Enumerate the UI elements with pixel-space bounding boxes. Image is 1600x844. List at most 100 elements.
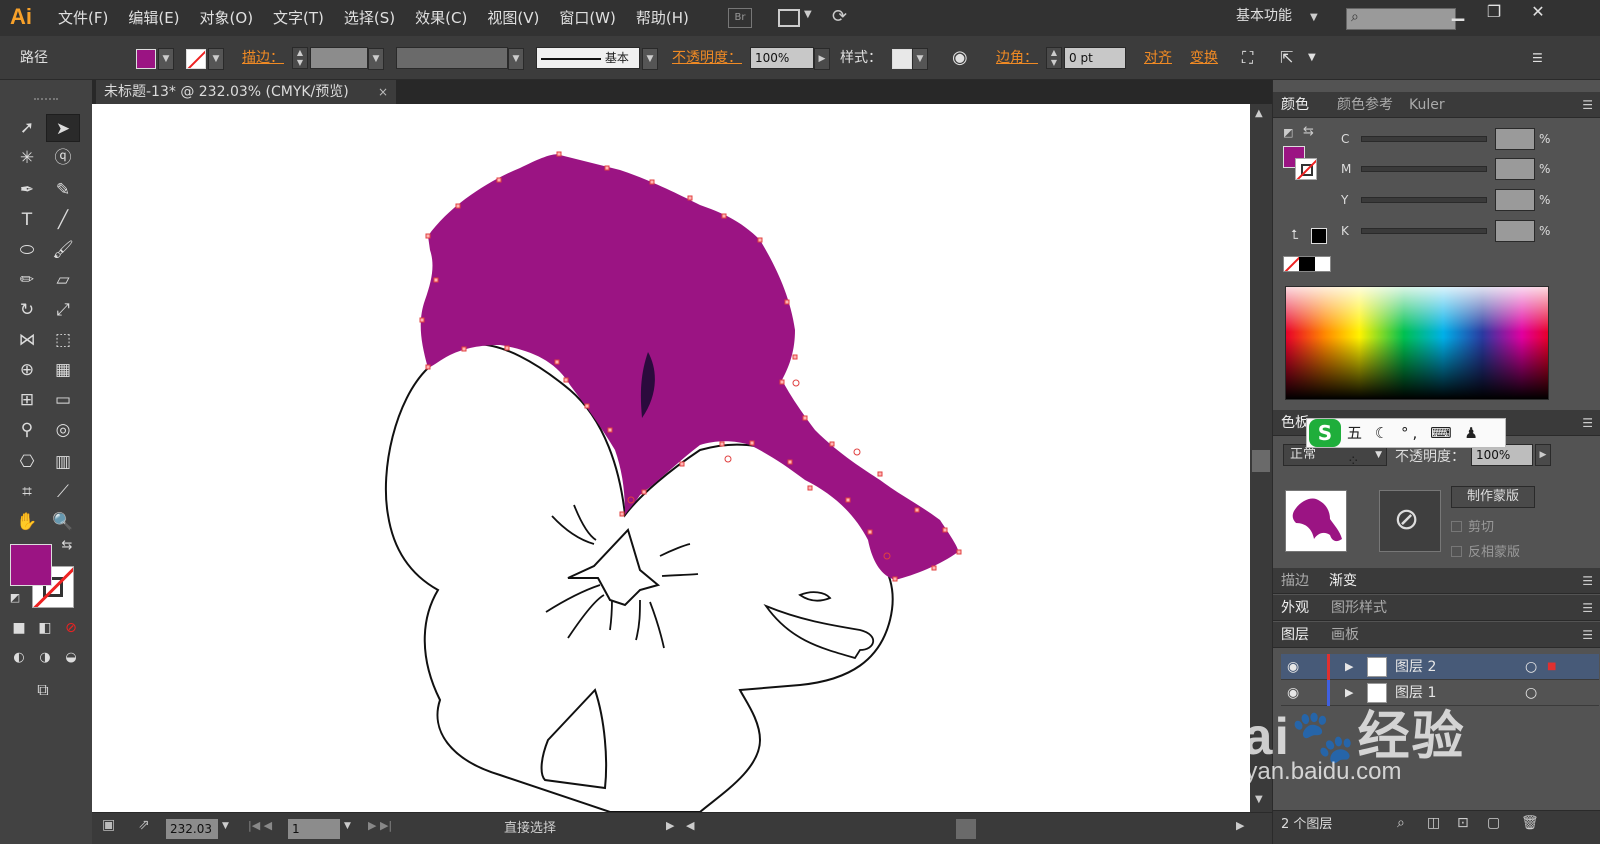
width-tool-icon[interactable]: ⋈ xyxy=(10,326,44,354)
scroll-right-icon[interactable]: ▶ xyxy=(1236,819,1244,832)
close-window-button[interactable]: ✕ xyxy=(1520,0,1556,26)
panel-grip[interactable] xyxy=(34,98,58,102)
locate-object-icon[interactable]: ⌕ xyxy=(1397,815,1405,831)
default-colors-icon[interactable]: ◩ xyxy=(2,588,28,608)
menu-edit[interactable]: 编辑(E) xyxy=(118,0,189,36)
slice-tool-icon[interactable]: ⟋ xyxy=(46,478,80,506)
eyedropper-tool-icon[interactable]: ⚲ xyxy=(10,416,44,444)
magic-wand-tool-icon[interactable]: ✳ xyxy=(10,144,44,172)
target-icon[interactable]: ○ xyxy=(1525,680,1537,706)
type-tool-icon[interactable]: T xyxy=(10,206,44,234)
close-tab-icon[interactable]: × xyxy=(378,80,388,104)
fill-color-box[interactable] xyxy=(10,544,52,586)
user-icon[interactable]: ♟ xyxy=(1465,424,1482,442)
draw-behind-icon[interactable]: ◑ xyxy=(32,646,58,670)
blend-tool-icon[interactable]: ◎ xyxy=(46,416,80,444)
recolor-artwork-icon[interactable]: ◉ xyxy=(952,36,968,80)
opacity-arrow[interactable]: ▶ xyxy=(814,48,830,70)
eraser-tool-icon[interactable]: ▱ xyxy=(46,266,80,294)
artboard-canvas[interactable] xyxy=(92,104,1250,812)
document-tab[interactable]: 未标题-13* @ 232.03% (CMYK/预览) × xyxy=(96,80,396,104)
black-slider[interactable] xyxy=(1361,228,1487,234)
menu-view[interactable]: 视图(V) xyxy=(477,0,549,36)
chevron-down-icon[interactable]: ▼ xyxy=(1310,12,1318,23)
gradient-tool-icon[interactable]: ▭ xyxy=(46,386,80,414)
brush-definition[interactable]: 基本 xyxy=(536,47,640,69)
cyan-slider[interactable] xyxy=(1361,136,1487,142)
graphic-style-swatch[interactable] xyxy=(892,49,912,69)
panel-menu-icon[interactable]: ☰ xyxy=(1582,410,1593,436)
corner-stepper[interactable]: ▲ ▼ xyxy=(1046,47,1062,69)
menu-help[interactable]: 帮助(H) xyxy=(626,0,699,36)
invert-mask-checkbox[interactable]: 反相蒙版 xyxy=(1451,541,1520,560)
clipping-mask-icon[interactable]: ◫ xyxy=(1427,815,1440,831)
stroke-weight-stepper[interactable]: ▲ ▼ xyxy=(292,47,308,69)
yellow-input[interactable] xyxy=(1495,189,1535,211)
draw-normal-icon[interactable]: ◐ xyxy=(6,646,32,670)
ime-moon-icon[interactable]: ☾ xyxy=(1375,424,1392,442)
arrange-documents-icon[interactable] xyxy=(778,9,800,27)
fill-swatch[interactable] xyxy=(136,49,156,69)
menu-select[interactable]: 选择(S) xyxy=(334,0,405,36)
menu-object[interactable]: 对象(O) xyxy=(190,0,264,36)
menu-file[interactable]: 文件(F) xyxy=(48,0,118,36)
none-swatch[interactable] xyxy=(1284,257,1300,271)
chevron-down-icon[interactable]: ▼ xyxy=(344,821,351,831)
shape-builder-tool-icon[interactable]: ⊕ xyxy=(10,356,44,384)
scroll-up-icon[interactable]: ▲ xyxy=(1255,108,1263,119)
first-page-icon[interactable]: |◀ ◀ xyxy=(248,819,272,832)
none-mode-icon[interactable]: ⊘ xyxy=(58,616,84,640)
stroke-weight-input[interactable] xyxy=(310,47,368,69)
artboard-number-input[interactable]: 1 xyxy=(288,819,340,839)
mesh-tool-icon[interactable]: ⊞ xyxy=(10,386,44,414)
chevron-down-icon[interactable]: ▼ xyxy=(1308,36,1316,80)
clip-checkbox[interactable]: 剪切 xyxy=(1451,516,1494,535)
pen-tool-icon[interactable]: ✒ xyxy=(10,176,44,204)
menu-window[interactable]: 窗口(W) xyxy=(549,0,626,36)
make-mask-button[interactable]: 制作蒙版 xyxy=(1451,486,1535,508)
panel-stroke-swatch[interactable] xyxy=(1295,158,1317,180)
new-sublayer-icon[interactable]: ⊡ xyxy=(1457,815,1469,831)
layer-row[interactable]: ◉ ▶ 图层 2 ○ ■ xyxy=(1281,654,1599,680)
style-dropdown[interactable]: ▼ xyxy=(912,48,928,70)
transform-each-icon[interactable]: ⇱ xyxy=(1280,36,1293,80)
brush-dropdown[interactable]: ▼ xyxy=(642,48,658,70)
symbol-sprayer-tool-icon[interactable]: ⎔ xyxy=(10,448,44,476)
minimize-button[interactable]: ▁ xyxy=(1440,0,1476,26)
black-input[interactable] xyxy=(1495,220,1535,242)
scroll-left-icon[interactable]: ◀ xyxy=(686,819,694,832)
keyboard-icon[interactable]: ⌨ xyxy=(1430,424,1456,442)
horizontal-scrollbar-thumb[interactable] xyxy=(956,819,976,839)
transparency-opacity-arrow[interactable]: ▶ xyxy=(1535,444,1551,466)
fill-dropdown[interactable]: ▼ xyxy=(158,48,174,70)
opacity-link[interactable]: 不透明度： xyxy=(672,36,742,80)
panel-menu-icon[interactable]: ☰ xyxy=(1582,622,1593,648)
isolate-icon[interactable]: ⛶ xyxy=(1242,36,1253,80)
cyan-input[interactable] xyxy=(1495,128,1535,150)
scale-tool-icon[interactable]: ⤢ xyxy=(46,296,80,324)
workspace-switcher[interactable]: 基本功能 xyxy=(1236,0,1292,32)
default-colors-icon[interactable]: ◩ xyxy=(1283,126,1293,139)
free-transform-tool-icon[interactable]: ⬚ xyxy=(46,326,80,354)
last-color-swatch[interactable] xyxy=(1311,228,1327,244)
tab-gradient[interactable]: 渐变 xyxy=(1329,568,1357,594)
target-icon[interactable]: ○ xyxy=(1525,654,1537,680)
draw-inside-icon[interactable]: ◒ xyxy=(58,646,84,670)
column-graph-tool-icon[interactable]: ▥ xyxy=(46,448,80,476)
panel-menu-icon[interactable]: ☰ xyxy=(1582,92,1593,118)
swap-fill-stroke-icon[interactable]: ⇆ xyxy=(52,536,82,556)
selection-indicator-icon[interactable]: ■ xyxy=(1547,654,1556,680)
sync-settings-icon[interactable]: ⟳ xyxy=(832,6,847,27)
tab-color[interactable]: 颜色 xyxy=(1281,92,1309,118)
tab-swatches[interactable]: 色板 xyxy=(1281,410,1309,436)
rotate-tool-icon[interactable]: ↻ xyxy=(10,296,44,324)
panel-menu-icon[interactable]: ☰ xyxy=(1582,595,1593,621)
status-menu-arrow-icon[interactable]: ▶ xyxy=(666,819,674,832)
out-of-gamut-icon[interactable]: ⮤ xyxy=(1291,228,1299,243)
selection-tool-icon[interactable]: ➚ xyxy=(10,114,44,142)
yellow-slider[interactable] xyxy=(1361,197,1487,203)
new-layer-icon[interactable]: ▢ xyxy=(1487,815,1500,831)
align-link[interactable]: 对齐 xyxy=(1144,36,1172,80)
corner-radius-input[interactable]: 0 pt xyxy=(1064,47,1126,69)
profile-dropdown[interactable]: ▼ xyxy=(508,48,524,70)
